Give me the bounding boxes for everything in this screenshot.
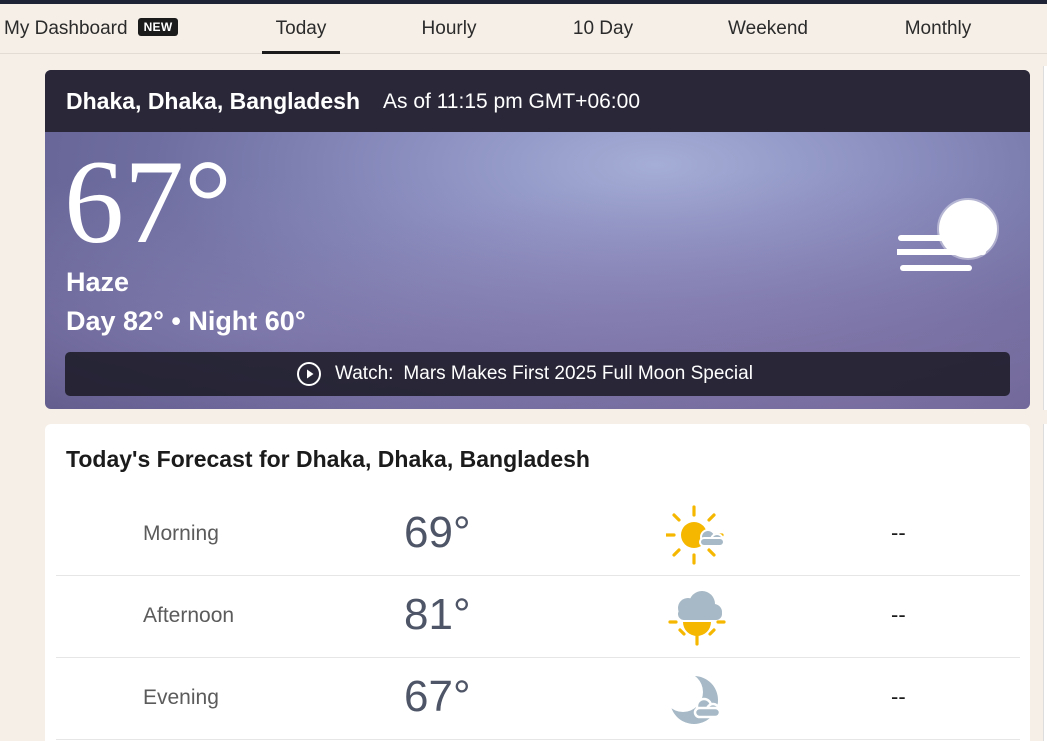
tab-hourly[interactable]: Hourly [410,4,488,54]
forecast-row-evening[interactable]: Evening 67° -- [56,658,1020,740]
location-name: Dhaka, Dhaka, Bangladesh [66,88,360,114]
period-precipitation: -- [891,602,906,627]
current-temperature: 67° [64,135,232,268]
watch-label: Watch: [335,363,394,384]
tab-monthly-label: Monthly [904,18,972,39]
day-night-temperatures: Day 82° • Night 60° [66,306,306,336]
current-condition: Haze [66,267,130,297]
nav-my-dashboard[interactable]: My Dashboard NEW [4,4,179,54]
period-name: Afternoon [143,604,235,627]
period-temperature: 67° [404,672,471,721]
watch-video-title: Mars Makes First 2025 Full Moon Special [403,363,753,384]
tab-today[interactable]: Today [262,4,340,54]
play-icon [297,362,321,386]
tab-monthly[interactable]: Monthly [893,4,983,54]
current-conditions-card: Dhaka, Dhaka, Bangladesh As of 11:15 pm … [45,70,1030,409]
tab-today-label: Today [275,18,327,39]
forecast-row-afternoon[interactable]: Afternoon 81° -- [56,576,1020,658]
tab-hourly-label: Hourly [421,18,477,39]
period-temperature: 81° [404,590,471,639]
main-nav: My Dashboard NEW Today Hourly 10 Day Week… [0,4,1047,54]
forecast-row-morning[interactable]: Morning 69° -- [56,494,1020,576]
adjacent-card-edge [1043,424,1047,741]
tab-10-day[interactable]: 10 Day [560,4,646,54]
adjacent-card-edge [1043,66,1047,410]
today-forecast-card: Today's Forecast for Dhaka, Dhaka, Bangl… [45,424,1030,741]
haze-moon-icon [897,198,999,271]
period-temperature: 69° [404,508,471,557]
nav-dashboard-label: My Dashboard [4,18,128,39]
tab-10-day-label: 10 Day [572,18,634,39]
forecast-title: Today's Forecast for Dhaka, Dhaka, Bangl… [66,446,590,472]
period-precipitation: -- [891,520,906,545]
tab-weekend[interactable]: Weekend [718,4,818,54]
moon-cloud-icon [666,672,722,724]
period-name: Morning [143,522,219,545]
tab-weekend-label: Weekend [728,18,808,39]
current-conditions-header: Dhaka, Dhaka, Bangladesh As of 11:15 pm … [45,70,1030,132]
observation-time: As of 11:15 pm GMT+06:00 [383,90,640,113]
cloudy-sun-icon [668,591,726,646]
partly-cloudy-sun-icon [666,505,725,565]
period-name: Evening [143,686,219,709]
watch-video-link[interactable]: Watch: Mars Makes First 2025 Full Moon Sp… [65,352,1010,396]
active-tab-indicator [262,51,340,54]
period-precipitation: -- [891,684,906,709]
new-badge: NEW [137,18,179,36]
